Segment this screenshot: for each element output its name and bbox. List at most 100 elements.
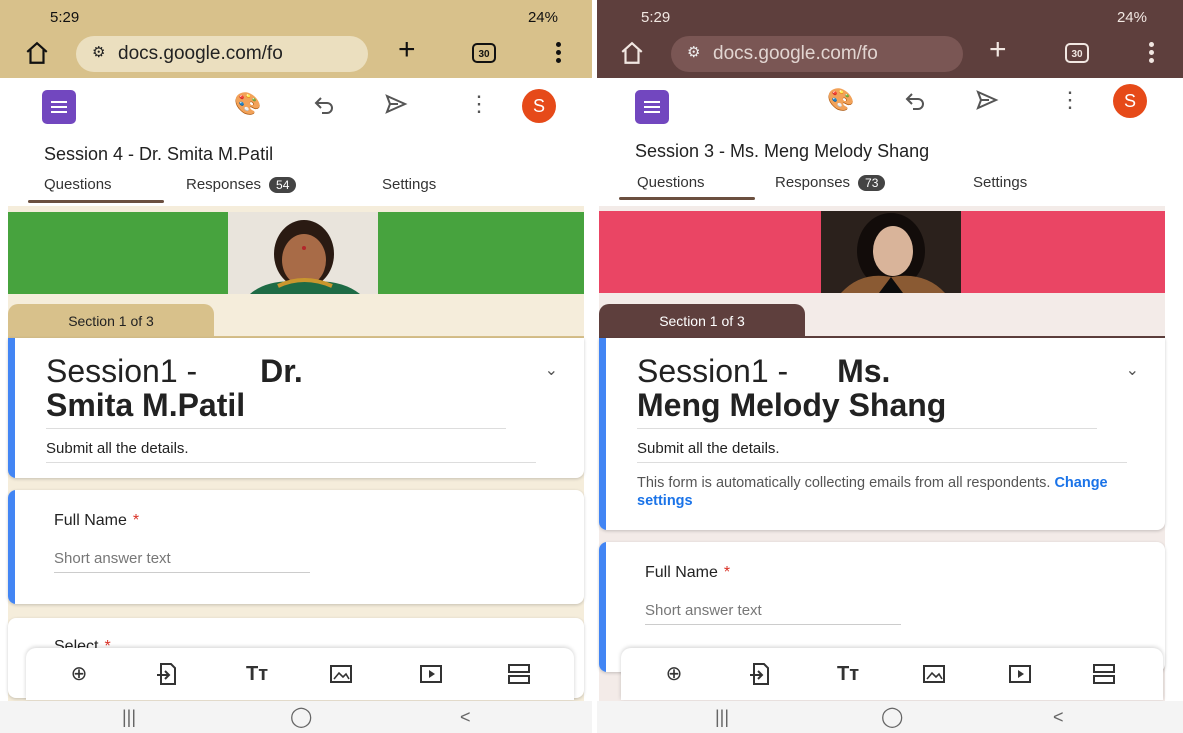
active-card-accent (8, 490, 15, 604)
form-title-card[interactable]: Session1 - Dr. Smita M.Patil ⌄ Submit al… (8, 338, 584, 478)
collapse-icon[interactable]: ⌄ (545, 360, 558, 380)
add-title-icon[interactable]: Tт (244, 661, 270, 687)
new-tab-icon[interactable]: + (989, 35, 1007, 65)
add-image-icon[interactable] (921, 661, 947, 687)
form-editor-canvas: Section 1 of 3 Session1 - Ms. Meng Melod… (599, 206, 1165, 701)
add-video-icon[interactable] (1007, 661, 1033, 687)
active-card-accent (599, 542, 606, 672)
form-title-card[interactable]: Session1 - Ms. Meng Melody Shang ⌄ Submi… (599, 338, 1165, 530)
more-vert-icon[interactable]: ⋮ (468, 92, 490, 116)
collapse-icon[interactable]: ⌄ (1126, 360, 1139, 380)
question-label: Full Name * (645, 564, 730, 582)
short-answer-hint: Short answer text (54, 550, 171, 567)
tab-questions[interactable]: Questions (637, 174, 705, 191)
tab-switcher-icon[interactable]: 30 (472, 43, 496, 63)
header-banner (8, 212, 584, 294)
status-time: 5:29 (641, 9, 671, 26)
active-card-accent (599, 338, 606, 530)
avatar[interactable]: S (522, 89, 556, 123)
speaker-photo (821, 211, 961, 293)
url-bar: ⚙ docs.google.com/fo + 30 (597, 30, 1183, 78)
tab-settings[interactable]: Settings (973, 174, 1027, 191)
recents-icon[interactable]: ||| (715, 707, 729, 728)
site-info-icon[interactable]: ⚙ (687, 43, 700, 61)
tab-responses-label: Responses (775, 174, 851, 191)
browser-chrome: 5:29 24% ⚙ docs.google.com/fo + 30 (0, 0, 592, 78)
required-marker: * (723, 564, 731, 581)
section-description[interactable]: Submit all the details. (46, 440, 189, 457)
send-icon[interactable] (384, 92, 408, 116)
heading-prefix: Session1 - (637, 353, 789, 389)
question-toolbar: ⊕ Tт (26, 648, 574, 700)
avatar[interactable]: S (1113, 84, 1147, 118)
email-collection-text: This form is automatically collecting em… (637, 475, 1051, 491)
send-icon[interactable] (975, 88, 999, 112)
url-bar: ⚙ docs.google.com/fo + 30 (0, 30, 592, 78)
more-vert-icon[interactable]: ⋮ (1059, 88, 1081, 112)
home-nav-icon[interactable]: ◯ (881, 704, 903, 729)
speaker-photo (228, 212, 378, 294)
android-nav-bar: ||| ◯ < (597, 701, 1183, 733)
recents-icon[interactable]: ||| (122, 707, 136, 728)
question-label-text: Full Name (645, 564, 718, 581)
battery-level: 24% (1116, 9, 1147, 26)
back-icon[interactable]: < (460, 707, 471, 728)
tab-switcher-icon[interactable]: 30 (1065, 43, 1089, 63)
forms-app-bar: 🎨 ⋮ S Session 3 - Ms. Meng Melody Shang … (597, 78, 1183, 206)
section-heading[interactable]: Session1 - Dr. Smita M.Patil (46, 354, 506, 422)
status-bar: 5:29 24% (0, 0, 592, 30)
forms-app-bar: 🎨 ⋮ S Session 4 - Dr. Smita M.Patil Ques… (0, 78, 592, 206)
address-field[interactable]: ⚙ docs.google.com/fo (76, 36, 368, 72)
home-nav-icon[interactable]: ◯ (290, 704, 312, 729)
question-label: Full Name * (54, 512, 139, 530)
google-forms-icon[interactable] (635, 90, 669, 124)
home-icon[interactable] (619, 40, 645, 66)
form-title[interactable]: Session 3 - Ms. Meng Melody Shang (635, 141, 929, 162)
home-icon[interactable] (24, 40, 50, 66)
add-image-icon[interactable] (328, 661, 354, 687)
active-tab-indicator (28, 200, 164, 203)
add-question-icon[interactable]: ⊕ (66, 661, 92, 687)
responses-count-badge: 54 (269, 177, 297, 193)
address-field[interactable]: ⚙ docs.google.com/fo (671, 36, 963, 72)
header-banner (599, 211, 1165, 293)
google-forms-icon[interactable] (42, 90, 76, 124)
battery-level: 24% (527, 9, 558, 26)
browser-menu-icon[interactable] (1149, 42, 1155, 66)
form-title[interactable]: Session 4 - Dr. Smita M.Patil (44, 144, 273, 165)
palette-icon[interactable]: 🎨 (827, 88, 854, 112)
section-description[interactable]: Submit all the details. (637, 440, 780, 457)
import-questions-icon[interactable] (154, 661, 180, 687)
url-text: docs.google.com/fo (713, 43, 878, 64)
heading-prefix: Session1 - (46, 353, 198, 389)
active-card-accent (8, 338, 15, 478)
add-section-icon[interactable] (1091, 661, 1117, 687)
back-icon[interactable]: < (1053, 707, 1064, 728)
tab-settings[interactable]: Settings (382, 176, 436, 193)
undo-icon[interactable] (903, 88, 927, 112)
heading-underline (46, 428, 506, 429)
new-tab-icon[interactable]: + (398, 35, 416, 65)
heading-name-part2: Smita M.Patil (46, 387, 246, 423)
tab-responses[interactable]: Responses 54 (186, 176, 297, 193)
site-info-icon[interactable]: ⚙ (92, 43, 105, 61)
question-label-text: Full Name (54, 512, 127, 529)
section-tab: Section 1 of 3 (8, 304, 214, 338)
add-video-icon[interactable] (418, 661, 444, 687)
answer-underline (54, 572, 310, 573)
answer-underline (645, 624, 901, 625)
tab-questions[interactable]: Questions (44, 176, 112, 193)
status-bar: 5:29 24% (597, 0, 1183, 30)
palette-icon[interactable]: 🎨 (234, 92, 261, 116)
browser-menu-icon[interactable] (556, 42, 562, 66)
tab-responses[interactable]: Responses 73 (775, 174, 886, 191)
import-questions-icon[interactable] (747, 661, 773, 687)
right-phone-screen: 5:29 24% ⚙ docs.google.com/fo + 30 🎨 ⋮ S… (597, 0, 1183, 733)
section-heading[interactable]: Session1 - Ms. Meng Melody Shang (637, 354, 1097, 422)
question-card-full-name[interactable]: Full Name * Short answer text (8, 490, 584, 604)
add-question-icon[interactable]: ⊕ (661, 661, 687, 687)
add-section-icon[interactable] (506, 661, 532, 687)
add-title-icon[interactable]: Tт (835, 661, 861, 687)
undo-icon[interactable] (312, 92, 336, 116)
responses-count-badge: 73 (858, 175, 886, 191)
